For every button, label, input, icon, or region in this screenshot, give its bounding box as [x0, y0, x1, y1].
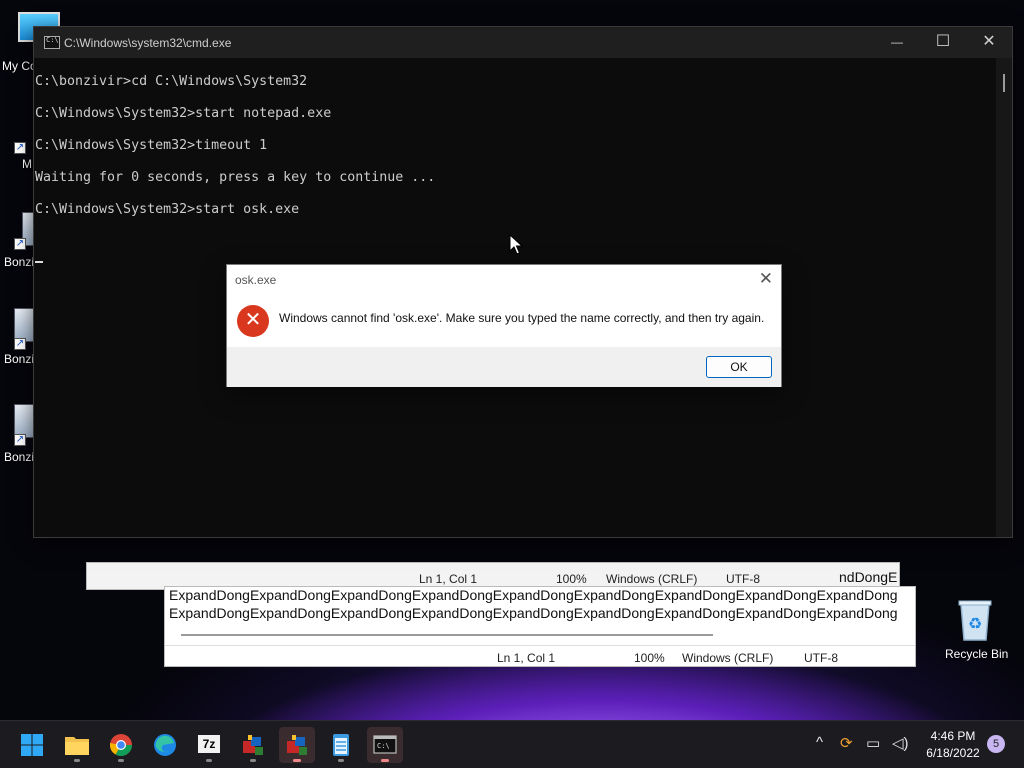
status-divider [165, 645, 915, 646]
running-indicator [381, 759, 389, 762]
cmd-title: C:\Windows\system32\cmd.exe [64, 36, 232, 50]
console-line: C:\bonzivir>cd C:\Windows\System32 [35, 74, 308, 89]
notification-badge[interactable]: 5 [987, 735, 1005, 753]
chevron-up-icon[interactable]: ^ [816, 734, 823, 751]
running-indicator [74, 759, 80, 762]
status-encoding: UTF-8 [726, 572, 760, 586]
windows-logo-icon [21, 734, 43, 756]
dialog-title: osk.exe [235, 273, 277, 287]
recycle-bin-label: Recycle Bin [945, 647, 1009, 661]
maximize-button[interactable]: ☐ [920, 27, 966, 58]
cmd-icon [44, 36, 60, 49]
network-icon[interactable]: ▭ [866, 734, 880, 752]
scrollbar-thumb[interactable] [1003, 74, 1005, 92]
edge-button[interactable] [147, 727, 183, 763]
status-position: Ln 1, Col 1 [419, 572, 478, 586]
file-explorer-button[interactable] [59, 727, 95, 763]
desktop-icon-label: Bonzi [4, 450, 35, 464]
running-indicator [338, 759, 344, 762]
volume-icon[interactable]: ◁) [892, 734, 909, 752]
bonzi-icon [243, 735, 263, 755]
notepad-text-row[interactable]: ExpandDongExpandDongExpandDongExpandDong… [169, 605, 897, 621]
error-icon: ✕ [237, 305, 269, 337]
notepad-side-text: ndDongE [839, 569, 898, 585]
chrome-button[interactable] [103, 727, 139, 763]
bonzi-app-button[interactable] [279, 727, 315, 763]
status-zoom: 100% [556, 572, 587, 586]
horizontal-scrollbar[interactable] [181, 634, 713, 636]
bonzi-icon [287, 735, 307, 755]
notepad-icon [333, 734, 349, 756]
7zip-button[interactable]: 7z [191, 727, 227, 763]
status-encoding: UTF-8 [804, 651, 838, 665]
notepad-text-row[interactable]: ExpandDongExpandDongExpandDongExpandDong… [169, 587, 897, 603]
text-cursor [35, 261, 43, 263]
status-line-ending: Windows (CRLF) [682, 651, 774, 665]
dialog-footer: OK [227, 347, 781, 387]
desktop-icon-label: Bonzi [4, 255, 35, 269]
running-indicator [293, 759, 301, 762]
ok-button[interactable]: OK [706, 356, 772, 378]
cmd-titlebar[interactable]: C:\Windows\system32\cmd.exe — ☐ ✕ [34, 27, 1012, 58]
running-indicator [118, 759, 124, 762]
svg-text:C:\: C:\ [377, 742, 390, 750]
status-position: Ln 1, Col 1 [497, 651, 556, 665]
7zip-icon: 7z [198, 735, 220, 753]
minimize-button[interactable]: — [874, 27, 920, 58]
edge-icon [154, 734, 176, 756]
console-line: C:\Windows\System32>start notepad.exe [35, 106, 332, 121]
desktop-icon-label: My Co [2, 59, 37, 73]
update-icon[interactable]: ⟳ [840, 734, 853, 752]
dialog-message: Windows cannot find 'osk.exe'. Make sure… [279, 311, 765, 325]
taskbar: 7z C:\ ^ ⟳ ▭ ◁) 4:46 PM 6/18/2022 [0, 720, 1024, 768]
status-line-ending: Windows (CRLF) [606, 572, 698, 586]
notepad-button[interactable] [323, 727, 359, 763]
vertical-scrollbar[interactable] [996, 58, 1012, 537]
svg-text:♻: ♻ [968, 614, 982, 633]
dialog-close-button[interactable]: ✕ [759, 269, 773, 289]
recycle-bin-icon[interactable]: ♻ [955, 598, 995, 642]
cmd-button[interactable]: C:\ [367, 727, 403, 763]
status-zoom: 100% [634, 651, 665, 665]
notepad-window[interactable]: ExpandDongExpandDongExpandDongExpandDong… [164, 586, 916, 667]
close-button[interactable]: ✕ [966, 27, 1012, 58]
notepad-status-bar: Ln 1, Col 1 100% Windows (CRLF) UTF-8 [165, 651, 915, 667]
start-button[interactable] [14, 727, 50, 763]
terminal-icon: C:\ [373, 735, 397, 754]
desktop-icon-label: Bonzi [4, 352, 35, 366]
clock-date[interactable]: 6/18/2022 [920, 746, 986, 760]
folder-icon [65, 737, 89, 755]
running-indicator [250, 759, 256, 762]
console-line: C:\Windows\System32>timeout 1 [35, 138, 268, 153]
desktop-icon-label: M [22, 157, 32, 171]
error-dialog[interactable]: osk.exe ✕ ✕ Windows cannot find 'osk.exe… [226, 264, 782, 387]
console-line: C:\Windows\System32>start osk.exe [35, 202, 300, 217]
running-indicator [206, 759, 212, 762]
console-line: Waiting for 0 seconds, press a key to co… [35, 170, 436, 185]
mouse-pointer-icon [509, 234, 523, 255]
clock-time[interactable]: 4:46 PM [920, 729, 986, 743]
chrome-icon [110, 734, 132, 756]
bonzi-app-button[interactable] [235, 727, 271, 763]
